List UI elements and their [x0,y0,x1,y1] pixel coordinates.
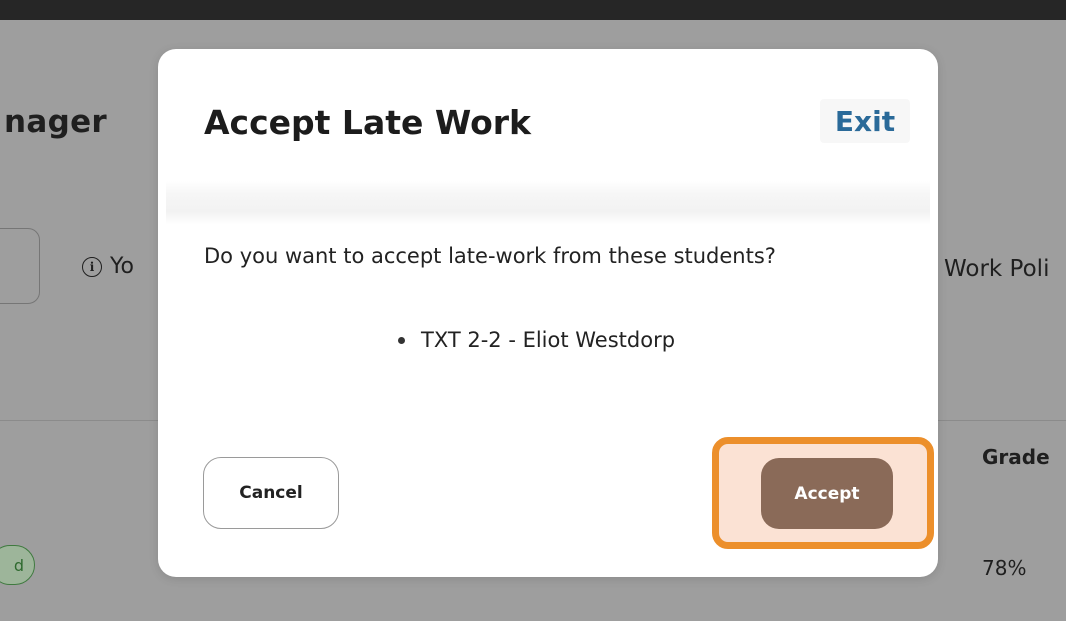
bullet-icon [398,336,405,344]
background-grade-value: 78% [982,556,1027,580]
accept-button[interactable]: Accept [761,458,893,529]
top-bar [0,0,1066,20]
background-input-field [0,228,40,304]
student-list: TXT 2-2 - Eliot Westdorp [398,328,675,352]
info-circle-icon: i [82,256,102,277]
list-item: TXT 2-2 - Eliot Westdorp [398,328,675,352]
background-status-badge: d [0,545,35,585]
background-page-title: nager [4,104,107,140]
cancel-button[interactable]: Cancel [203,457,339,529]
exit-button[interactable]: Exit [820,99,910,143]
student-name: TXT 2-2 - Eliot Westdorp [421,328,676,352]
background-info-notice: i Yo [82,254,134,279]
background-policy-link: Work Poli [944,256,1050,282]
header-divider-shade [166,181,930,225]
dialog-prompt: Do you want to accept late-work from the… [204,244,776,268]
background-grade-header: Grade [982,445,1050,469]
background-info-text: Yo [110,254,134,279]
dialog-title: Accept Late Work [204,103,531,142]
background-status-badge-text: d [13,555,24,575]
dialog-header: Accept Late Work Exit [158,49,938,195]
